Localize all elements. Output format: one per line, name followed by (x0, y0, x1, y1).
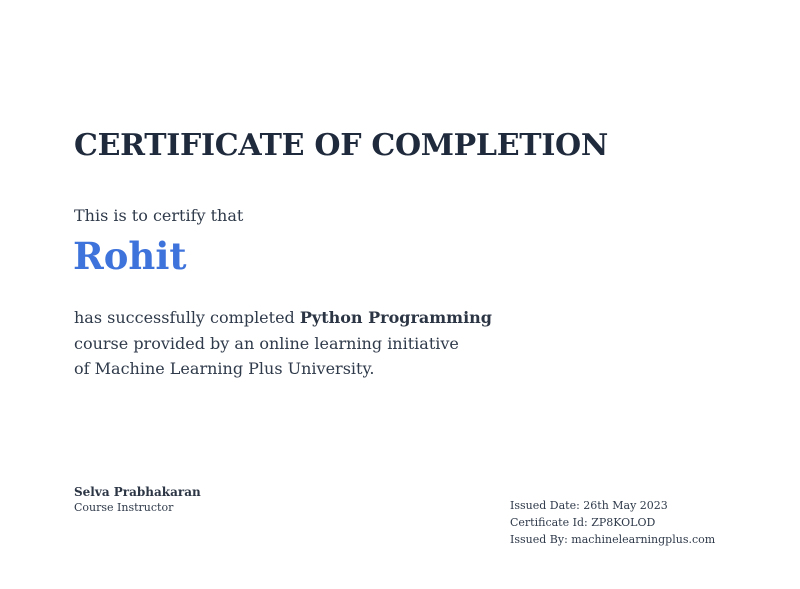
instructor-name: Selva Prabhakaran (74, 485, 201, 499)
instructor-block: Selva Prabhakaran Course Instructor (74, 484, 201, 515)
issued-by: Issued By: machinelearningplus.com (510, 533, 716, 546)
completion-statement: has successfully completed Python Progra… (74, 305, 594, 382)
completion-line-3: of Machine Learning Plus University. (74, 359, 375, 378)
certificate-id: Certificate Id: ZP8KOLOD (510, 516, 656, 529)
completion-prefix: has successfully completed (74, 308, 295, 327)
certificate-title: CERTIFICATE OF COMPLETION (74, 128, 609, 163)
instructor-role: Course Instructor (74, 501, 174, 514)
recipient-name: Rohit (73, 234, 187, 278)
issued-date: Issued Date: 26th May 2023 (510, 499, 668, 512)
course-name: Python Programming (299, 308, 492, 327)
completion-line-2: course provided by an online learning in… (74, 333, 459, 353)
certificate-meta: Issued Date: 26th May 2023 Certificate I… (510, 497, 715, 548)
completion-line-1: has successfully completed Python Progra… (74, 305, 594, 331)
certificate: CERTIFICATE OF COMPLETION This is to cer… (0, 0, 800, 589)
certify-intro: This is to certify that (74, 206, 244, 225)
